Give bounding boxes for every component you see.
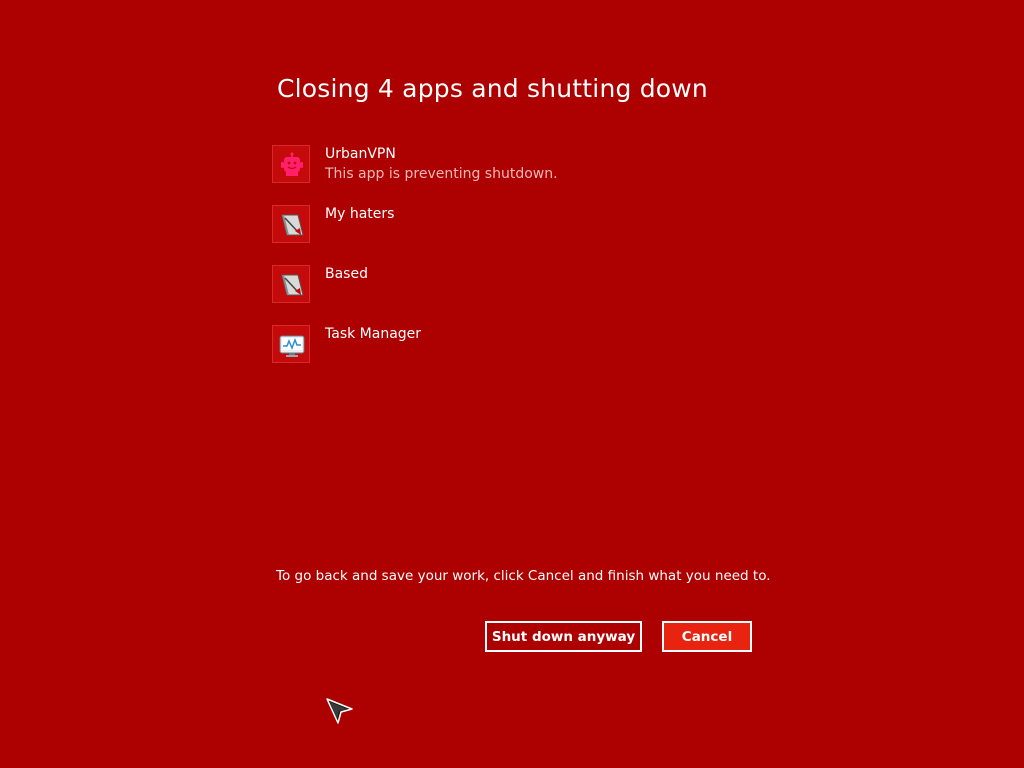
instructions-text: To go back and save your work, click Can… xyxy=(276,568,771,584)
app-name: Based xyxy=(325,266,368,282)
app-name: UrbanVPN xyxy=(325,146,396,162)
task-manager-icon xyxy=(272,325,310,363)
shutdown-screen: Closing 4 apps and shutting down UrbanVP… xyxy=(0,0,1024,768)
app-name: My haters xyxy=(325,206,395,222)
app-item-my-haters: My haters xyxy=(272,205,772,247)
app-item-urbanvpn: UrbanVPN This app is preventing shutdown… xyxy=(272,145,772,187)
shut-down-anyway-button[interactable]: Shut down anyway xyxy=(485,621,642,652)
app-item-task-manager: Task Manager xyxy=(272,325,772,367)
mouse-pointer-icon xyxy=(325,697,355,727)
cancel-button[interactable]: Cancel xyxy=(662,621,752,652)
generic-app-icon xyxy=(272,205,310,243)
app-item-based: Based xyxy=(272,265,772,307)
app-status: This app is preventing shutdown. xyxy=(325,166,558,182)
app-name: Task Manager xyxy=(325,326,422,342)
robot-icon xyxy=(272,145,310,183)
page-title: Closing 4 apps and shutting down xyxy=(277,74,708,103)
generic-app-icon xyxy=(272,265,310,303)
